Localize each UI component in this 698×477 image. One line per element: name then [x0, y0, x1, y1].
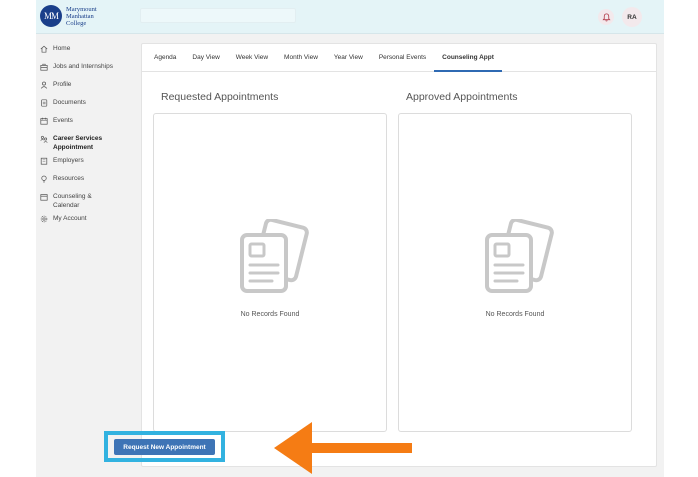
- logo-emblem: MM: [40, 5, 62, 27]
- college-logo[interactable]: MM Marymount Manhattan College: [40, 5, 106, 27]
- approved-appointments-title: Approved Appointments: [406, 91, 518, 103]
- lightbulb-icon: [41, 175, 47, 183]
- calendar-icon: [40, 194, 48, 201]
- sidebar-item-jobs[interactable]: Jobs and Internships: [36, 60, 136, 78]
- tab-counseling-appt[interactable]: Counseling Appt: [434, 44, 502, 72]
- approved-appointments-panel: No Records Found: [398, 113, 632, 432]
- sidebar-item-employers[interactable]: Employers: [36, 154, 136, 172]
- tab-agenda[interactable]: Agenda: [146, 44, 184, 72]
- briefcase-icon: [40, 63, 48, 71]
- sidebar-item-documents[interactable]: Documents: [36, 96, 136, 114]
- document-icon: [41, 99, 48, 107]
- top-bar: MM Marymount Manhattan College RA: [36, 0, 664, 34]
- building-icon: [40, 157, 48, 165]
- calendar-icon: [40, 117, 48, 125]
- approved-empty-text: No Records Found: [485, 311, 545, 318]
- empty-documents-icon: [240, 219, 309, 293]
- requested-appointments-panel: No Records Found: [153, 113, 387, 432]
- calendar-tabs: Agenda Day View Week View Month View Yea…: [142, 44, 656, 72]
- sidebar-item-resources[interactable]: Resources: [36, 172, 136, 190]
- tab-month-view[interactable]: Month View: [276, 44, 326, 72]
- main-content: Agenda Day View Week View Month View Yea…: [141, 43, 657, 467]
- sidebar-item-career-services-appointment[interactable]: Career Services Appointment: [36, 132, 136, 154]
- home-icon: [40, 45, 48, 53]
- requested-empty-text: No Records Found: [240, 311, 300, 318]
- people-icon: [40, 135, 48, 143]
- notifications-button[interactable]: [598, 9, 614, 25]
- gear-icon: [40, 215, 48, 223]
- tab-year-view[interactable]: Year View: [326, 44, 371, 72]
- tab-week-view[interactable]: Week View: [228, 44, 276, 72]
- pointer-arrow-icon: [274, 422, 412, 474]
- user-icon: [40, 81, 48, 89]
- bell-icon: [601, 12, 611, 21]
- sidebar-item-profile[interactable]: Profile: [36, 78, 136, 96]
- tab-day-view[interactable]: Day View: [184, 44, 227, 72]
- request-new-appointment-button[interactable]: Request New Appointment: [114, 439, 215, 455]
- requested-appointments-title: Requested Appointments: [161, 91, 279, 103]
- sidebar-item-counseling-calendar[interactable]: Counseling & Calendar: [36, 190, 136, 212]
- sidebar-item-my-account[interactable]: My Account: [36, 212, 136, 230]
- sidebar-item-events[interactable]: Events: [36, 114, 136, 132]
- app-frame: MM Marymount Manhattan College RA Home J…: [36, 0, 664, 477]
- sidebar-item-home[interactable]: Home: [36, 42, 136, 60]
- logo-wordmark: Marymount Manhattan College: [66, 5, 97, 27]
- user-avatar[interactable]: RA: [622, 7, 642, 27]
- tab-personal-events[interactable]: Personal Events: [371, 44, 434, 72]
- sidebar-nav: Home Jobs and Internships Profile Docume…: [36, 42, 136, 230]
- search-input[interactable]: [140, 8, 296, 23]
- empty-documents-icon: [485, 219, 554, 293]
